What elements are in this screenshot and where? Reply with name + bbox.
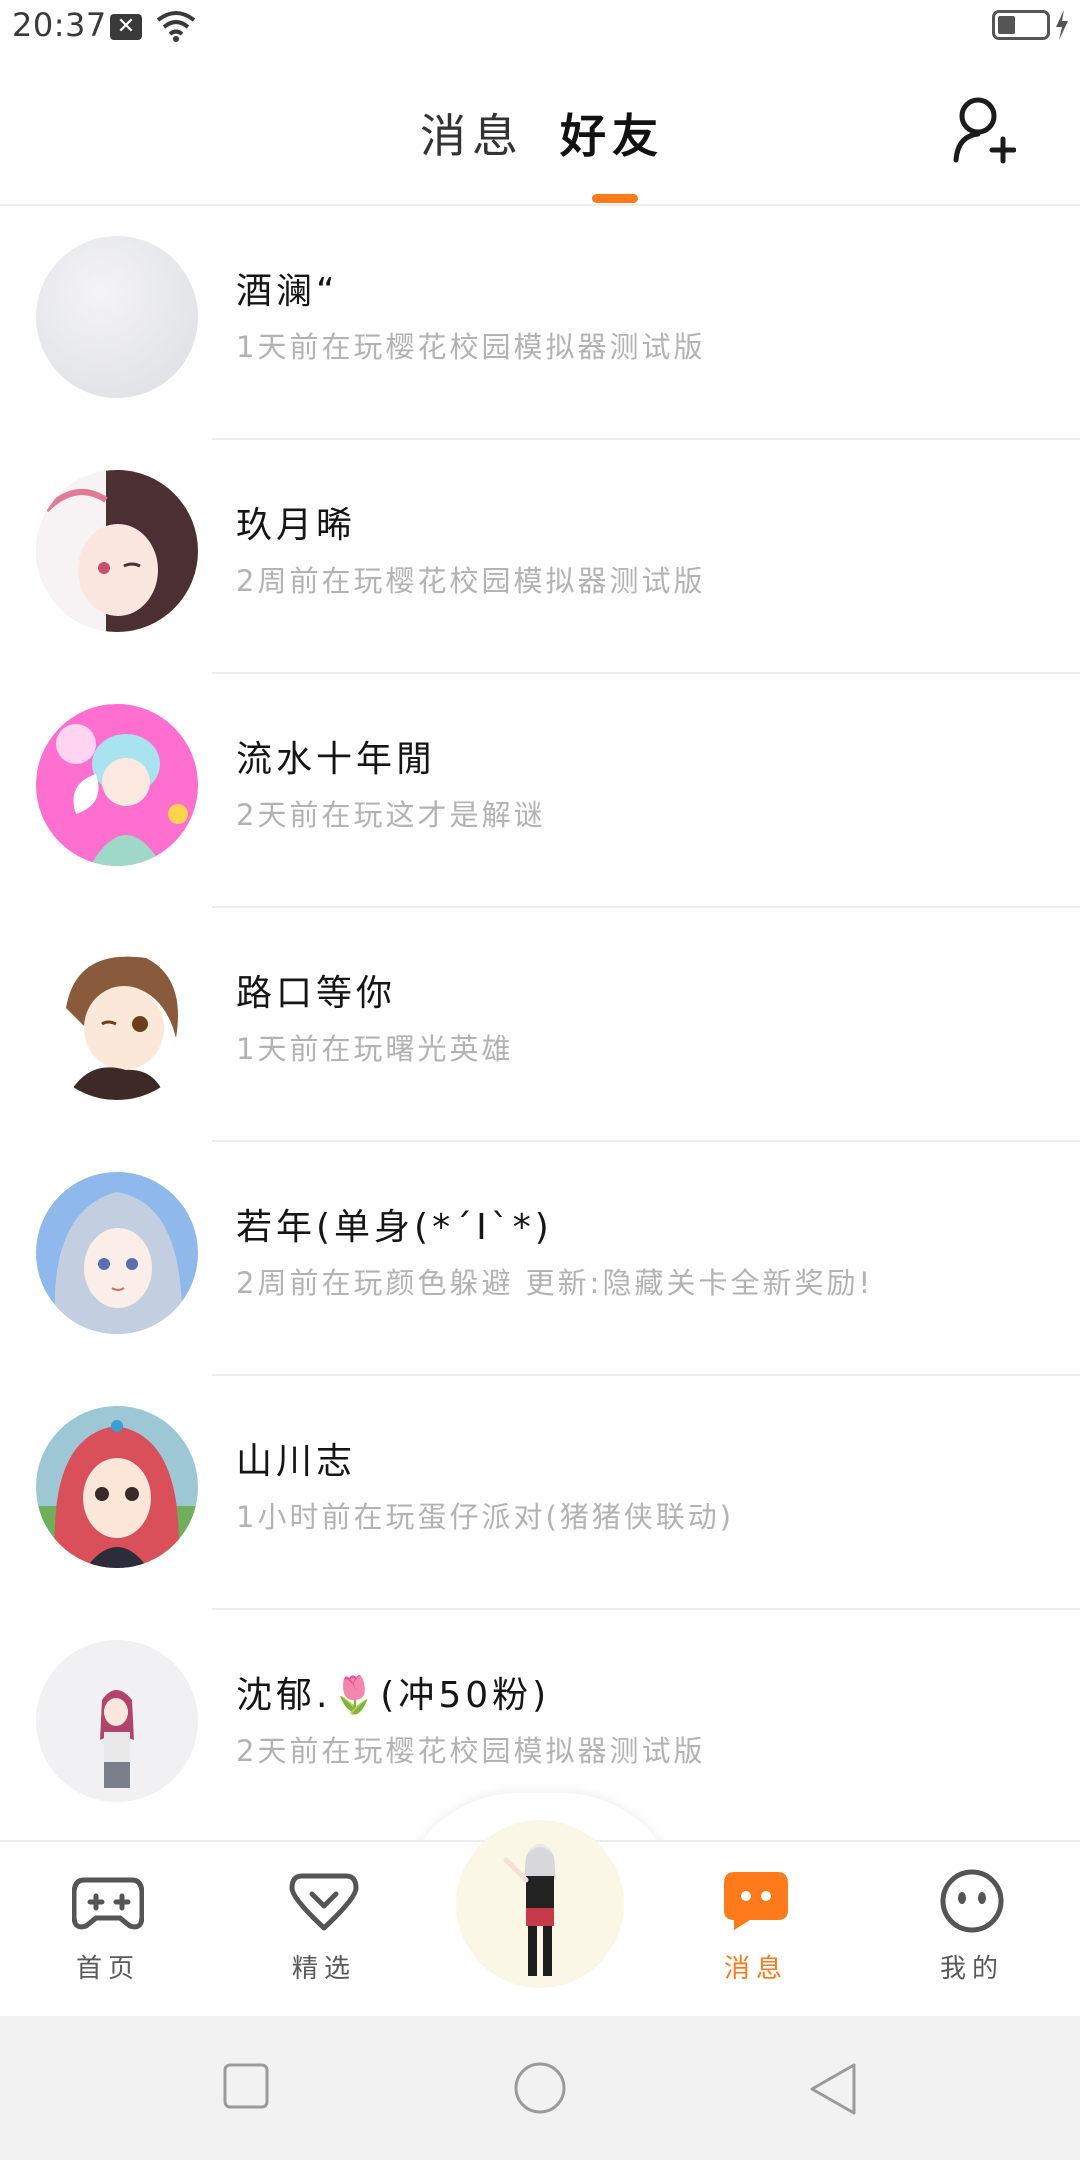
battery-icon <box>992 10 1050 40</box>
friend-name: 玖月晞 <box>236 505 357 546</box>
friend-name: 山川志 <box>236 1441 357 1482</box>
nav-home[interactable]: 首页 <box>48 1868 168 1998</box>
nav-me-label: 我的 <box>939 1954 1004 1984</box>
friend-name: 流水十年閒 <box>236 739 437 780</box>
friend-name: 沈郁.🌷(冲50粉) <box>236 1675 551 1716</box>
friend-status: 1天前在玩曙光英雄 <box>236 1032 514 1066</box>
add-user-icon[interactable] <box>952 94 1016 164</box>
wifi-icon <box>156 11 196 42</box>
avatar <box>36 470 198 632</box>
avatar <box>36 704 198 866</box>
friend-status: 1天前在玩樱花校园模拟器测试版 <box>236 330 706 364</box>
friends-list: 酒澜“ 1天前在玩樱花校园模拟器测试版 玖月晞 2周前在玩樱花校园模拟器测试版 <box>0 206 1080 1842</box>
center-character-button[interactable] <box>456 1820 624 1988</box>
active-tab-indicator <box>592 194 638 203</box>
nav-me[interactable]: 我的 <box>912 1868 1032 1998</box>
system-navigation-bar <box>0 2016 1080 2160</box>
friend-status: 2天前在玩这才是解谜 <box>236 798 546 832</box>
nav-messages[interactable]: 消息 <box>696 1868 816 1998</box>
friend-status: 1小时前在玩蛋仔派对(猪猪侠联动) <box>236 1500 735 1534</box>
friend-name: 路口等你 <box>236 973 397 1014</box>
nav-messages-label: 消息 <box>723 1954 788 1984</box>
nav-featured-label: 精选 <box>291 1954 356 1984</box>
charging-icon <box>1056 10 1068 40</box>
avatar <box>36 1406 198 1568</box>
character-avatar-icon <box>503 1844 556 1976</box>
friend-row[interactable]: 路口等你 1天前在玩曙光英雄 <box>0 908 1080 1142</box>
avatar <box>36 938 198 1100</box>
friend-status: 2周前在玩樱花校园模拟器测试版 <box>236 564 706 598</box>
friend-row[interactable]: 玖月晞 2周前在玩樱花校园模拟器测试版 <box>0 440 1080 674</box>
status-bar: 20:37 ✕ <box>0 0 1080 56</box>
status-time: 20:37 <box>12 6 107 44</box>
top-header: 消息 好友 <box>0 56 1080 204</box>
x-box-icon: ✕ <box>110 14 142 40</box>
friend-row[interactable]: 流水十年閒 2天前在玩这才是解谜 <box>0 674 1080 908</box>
friend-row[interactable]: 酒澜“ 1天前在玩樱花校园模拟器测试版 <box>0 206 1080 440</box>
avatar <box>36 236 198 398</box>
avatar <box>36 1172 198 1334</box>
friend-row[interactable]: 山川志 1小时前在玩蛋仔派对(猪猪侠联动) <box>0 1376 1080 1610</box>
friend-row[interactable]: 若年(单身(*´I`*) 2周前在玩颜色躲避 更新:隐藏关卡全新奖励! <box>0 1142 1080 1376</box>
friend-name: 酒澜“ <box>236 271 339 312</box>
friend-status: 2天前在玩樱花校园模拟器测试版 <box>236 1734 706 1768</box>
gamepad-icon <box>72 1877 144 1930</box>
heart-chat-icon <box>289 1873 359 1931</box>
tab-friends[interactable]: 好友 <box>560 100 664 166</box>
nav-home-label: 首页 <box>75 1954 140 1984</box>
friend-status: 2周前在玩颜色躲避 更新:隐藏关卡全新奖励! <box>236 1266 874 1300</box>
chat-bubble-icon <box>724 1872 788 1930</box>
recent-apps-icon[interactable] <box>222 2062 270 2110</box>
tab-messages[interactable]: 消息 <box>420 100 524 166</box>
back-triangle-icon[interactable] <box>808 2062 858 2116</box>
avatar <box>36 1640 198 1802</box>
home-circle-icon[interactable] <box>512 2062 568 2118</box>
nav-featured[interactable]: 精选 <box>264 1868 384 1998</box>
friend-name: 若年(单身(*´I`*) <box>236 1207 553 1248</box>
face-icon <box>940 1869 1004 1933</box>
